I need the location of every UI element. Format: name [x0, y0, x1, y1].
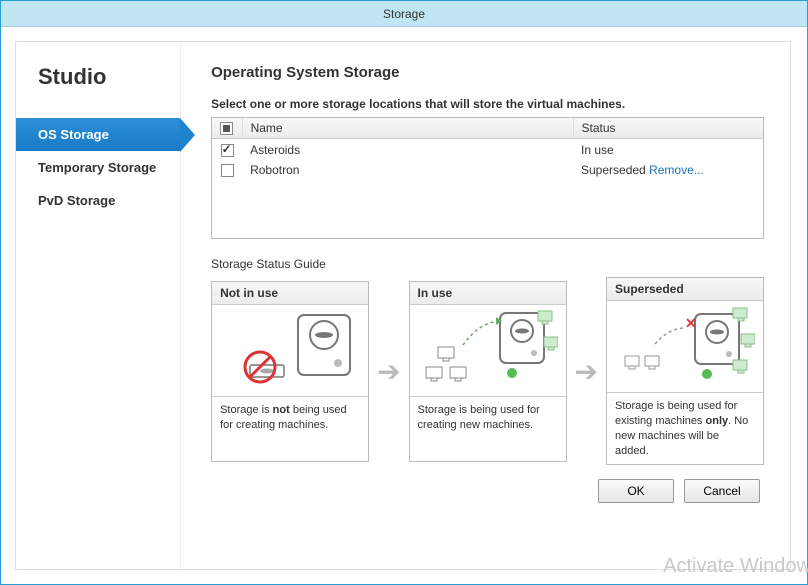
card-title: Superseded: [607, 278, 763, 301]
nav-pvd-storage[interactable]: PvD Storage: [16, 184, 180, 217]
arrow-right-icon: ➔: [575, 355, 598, 388]
status-text: In use: [581, 143, 614, 157]
ok-button[interactable]: OK: [598, 479, 674, 503]
desc-bold: only: [706, 415, 729, 427]
dialog-footer: OK Cancel: [211, 465, 764, 503]
guide-card-in-use: In use: [409, 281, 567, 462]
row-status: In use: [573, 139, 763, 160]
nav-temporary-storage[interactable]: Temporary Storage: [16, 151, 180, 184]
table-row[interactable]: Robotron Superseded Remove...: [212, 160, 763, 181]
storage-table: Name Status Asteroids In use: [211, 117, 764, 239]
cancel-button[interactable]: Cancel: [684, 479, 760, 503]
client-area: Studio OS Storage Temporary Storage PvD …: [1, 27, 807, 584]
nav-label: Temporary Storage: [38, 160, 156, 175]
nav-label: PvD Storage: [38, 193, 115, 208]
header-select-all[interactable]: [212, 118, 242, 139]
arrow-right-icon: ➔: [377, 355, 400, 388]
header-status[interactable]: Status: [573, 118, 763, 139]
card-diagram: [212, 305, 368, 397]
card-title: In use: [410, 282, 566, 305]
card-diagram: [410, 305, 566, 397]
tristate-checkbox-icon[interactable]: [220, 122, 233, 135]
card-desc: Storage is being used for creating new m…: [410, 397, 566, 461]
nav-os-storage[interactable]: OS Storage: [16, 118, 180, 151]
row-checkbox[interactable]: [221, 144, 234, 157]
row-name: Asteroids: [242, 139, 573, 160]
card-title: Not in use: [212, 282, 368, 305]
main-panel: Operating System Storage Select one or m…: [181, 42, 790, 569]
in-use-icon: [418, 307, 558, 393]
guide-card-superseded: Superseded: [606, 277, 764, 465]
remove-link[interactable]: Remove...: [649, 163, 704, 177]
app-title: Studio: [16, 64, 180, 118]
card-desc: Storage is not being used for creating m…: [212, 397, 368, 461]
window-title: Storage: [383, 7, 425, 21]
table-row[interactable]: Asteroids In use: [212, 139, 763, 160]
page-heading: Operating System Storage: [211, 64, 764, 81]
desc-bold: not: [273, 404, 290, 416]
guide-title: Storage Status Guide: [211, 257, 764, 271]
dialog-window: Storage Studio OS Storage Temporary Stor…: [0, 0, 808, 585]
row-checkbox[interactable]: [221, 164, 234, 177]
titlebar[interactable]: Storage: [1, 1, 807, 27]
card-diagram: ✕: [607, 301, 763, 393]
nav-label: OS Storage: [38, 127, 109, 142]
guide-row: Not in use: [211, 277, 764, 465]
row-name: Robotron: [242, 160, 573, 181]
page-subtitle: Select one or more storage locations tha…: [211, 97, 764, 111]
desc-part: Storage is: [220, 404, 273, 416]
guide-card-not-in-use: Not in use: [211, 281, 369, 462]
svg-text:✕: ✕: [685, 315, 697, 331]
sidebar: Studio OS Storage Temporary Storage PvD …: [16, 42, 181, 569]
row-status: Superseded Remove...: [573, 160, 763, 181]
table-header-row: Name Status: [212, 118, 763, 139]
status-text: Superseded: [581, 163, 646, 177]
header-name[interactable]: Name: [242, 118, 573, 139]
card-desc: Storage is being used for existing machi…: [607, 393, 763, 464]
content-frame: Studio OS Storage Temporary Storage PvD …: [15, 41, 791, 570]
superseded-icon: ✕: [615, 304, 755, 390]
not-in-use-icon: [220, 307, 360, 393]
